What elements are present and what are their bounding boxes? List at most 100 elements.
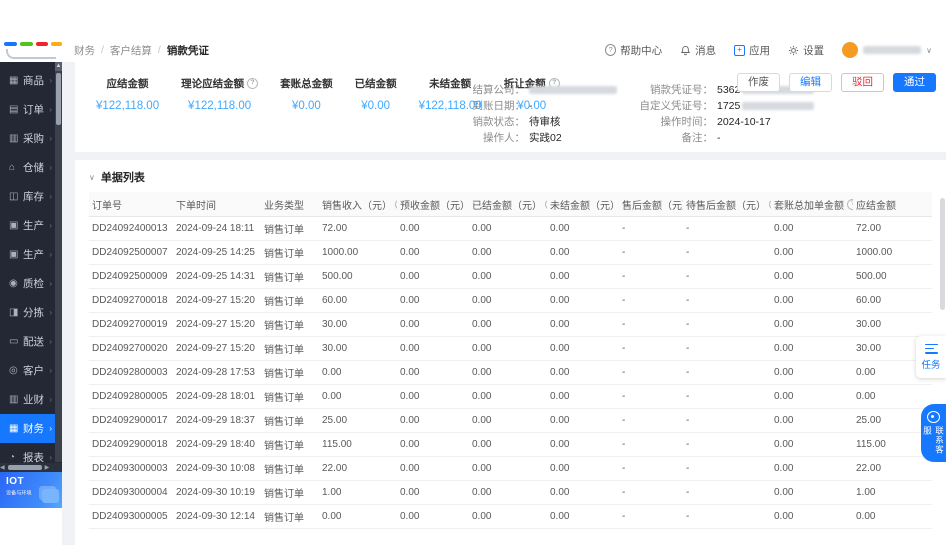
table-row[interactable]: DD24092700020 2024-09-27 15:20 销售订单 30.00 0.… xyxy=(89,336,932,361)
sidebar-item-配送[interactable]: ▭ 配送 › xyxy=(0,327,55,356)
sidebar-hscroll-thumb[interactable] xyxy=(7,465,42,470)
sidebar-item-质检[interactable]: ◉ 质检 › xyxy=(0,269,55,298)
info-value: - xyxy=(717,131,721,144)
help-icon[interactable]: ? xyxy=(769,198,771,210)
help-icon: ? xyxy=(605,44,617,56)
table-cell: 销售订单 xyxy=(261,312,319,337)
col-header-销售收入（元）[interactable]: 销售收入（元）? xyxy=(319,192,397,217)
table-row[interactable]: DD24092900017 2024-09-29 18:37 销售订单 25.00 0.… xyxy=(89,408,932,433)
documents-panel-header[interactable]: ∨ 单据列表 xyxy=(75,160,946,192)
table-row[interactable]: DD24092500007 2024-09-25 14:25 销售订单 1000.00… xyxy=(89,240,932,265)
sidebar-horizontal-scrollbar[interactable]: ◀ ▶ xyxy=(0,463,62,472)
通过-button[interactable]: 通过 xyxy=(893,73,936,92)
table-cell: 0.00 xyxy=(397,432,469,457)
table-row[interactable]: DD24092500009 2024-09-25 14:31 销售订单 500.00 0… xyxy=(89,264,932,289)
iot-title: IOT xyxy=(6,476,25,487)
iot-banner[interactable]: IOT 设备与环境 xyxy=(0,472,62,508)
table-row[interactable]: DD24093000005 2024-09-30 12:14 销售订单 0.00 0.0… xyxy=(89,504,932,529)
table-row[interactable]: DD24092800003 2024-09-28 17:53 销售订单 0.00 0.0… xyxy=(89,360,932,385)
nav-应用[interactable]: + 应用 xyxy=(734,43,770,58)
nav-设置[interactable]: 设置 xyxy=(788,43,824,58)
page-scrollbar-thumb[interactable] xyxy=(940,198,945,310)
order-number-cell: DD24092700018 xyxy=(89,288,173,313)
col-header-套账总加单金额[interactable]: 套账总加单金额? xyxy=(771,192,853,217)
order-number-cell: DD24092400013 xyxy=(89,216,173,241)
help-icon[interactable]: ? xyxy=(395,198,397,210)
table-cell: 0.00 xyxy=(469,312,547,337)
sidebar-item-label: 财务 xyxy=(23,423,44,435)
summary-panel: 应结金额 ¥122,118.00 理论应结金额? ¥122,118.00 套账总金额 ¥0… xyxy=(75,62,946,152)
sidebar-item-分拣[interactable]: ◨ 分拣 › xyxy=(0,298,55,327)
collapse-icon[interactable]: ∨ xyxy=(89,173,95,182)
col-header-售后金额（元）[interactable]: 售后金额（元）? xyxy=(619,192,683,217)
tasks-floating-button[interactable]: 任务 xyxy=(916,336,946,378)
info-label: 到账日期： xyxy=(472,100,526,112)
table-row[interactable]: DD24092400013 2024-09-24 18:11 销售订单 72.00 0.… xyxy=(89,216,932,241)
table-cell: 0.00 xyxy=(397,360,469,385)
scroll-up-icon[interactable]: ▲ xyxy=(55,62,62,71)
sidebar-scroll-thumb[interactable] xyxy=(56,73,61,125)
编辑-button[interactable]: 编辑 xyxy=(789,73,832,92)
info-row-到账日期: 到账日期： - xyxy=(463,99,617,113)
col-header-未结金额（元）[interactable]: 未结金额（元）? xyxy=(547,192,619,217)
table-cell: 0.00 xyxy=(547,408,619,433)
help-icon[interactable]: ? xyxy=(847,198,853,210)
delivery-icon: ▭ xyxy=(9,336,19,347)
breadcrumb-item[interactable]: 销款凭证 xyxy=(167,43,209,58)
col-header-待售后金额（元）[interactable]: 待售后金额（元）? xyxy=(683,192,771,217)
stat-label: 套账总金额 xyxy=(280,78,333,90)
sidebar-item-订单[interactable]: ▤ 订单 › xyxy=(0,95,55,124)
help-icon[interactable]: ? xyxy=(247,78,259,89)
table-cell: 0.00 xyxy=(397,480,469,505)
table-row[interactable]: DD24092900018 2024-09-29 18:40 销售订单 115.00 0… xyxy=(89,432,932,457)
sidebar-item-财务[interactable]: ▦ 财务 › xyxy=(0,414,55,443)
info-label: 备注： xyxy=(681,132,714,144)
sidebar-item-仓储[interactable]: ⌂ 仓储 › xyxy=(0,153,55,182)
table-cell: 0.00 xyxy=(547,312,619,337)
avatar[interactable] xyxy=(842,42,859,58)
nav-消息[interactable]: 消息 xyxy=(680,43,716,58)
stat-value: ¥122,118.00 xyxy=(96,100,160,112)
redacted-value xyxy=(529,85,617,94)
customer-service-floating-button[interactable]: 联系客服 xyxy=(921,404,946,462)
nav-帮助中心[interactable]: ? 帮助中心 xyxy=(605,43,662,58)
table-cell: 0.00 xyxy=(771,336,853,361)
sidebar-item-商品[interactable]: ▦ 商品 › xyxy=(0,66,55,95)
col-header-下单时间[interactable]: 下单时间 xyxy=(173,192,261,217)
sidebar-item-生产[interactable]: ▣ 生产 › xyxy=(0,240,55,269)
sidebar-item-库存[interactable]: ◫ 库存 › xyxy=(0,182,55,211)
table-cell: 0.00 xyxy=(771,240,853,265)
sidebar-item-生产[interactable]: ▣ 生产 › xyxy=(0,211,55,240)
purchase-icon: ▥ xyxy=(9,133,19,144)
action-buttons: 作废 编辑 驳回 通过 xyxy=(737,73,936,92)
sidebar-item-客户[interactable]: ◎ 客户 › xyxy=(0,356,55,385)
table-cell: - xyxy=(619,336,683,361)
col-header-业务类型[interactable]: 业务类型 xyxy=(261,192,319,217)
customer-service-icon xyxy=(927,411,940,424)
order-number-cell: DD24092800003 xyxy=(89,360,173,385)
驳回-button[interactable]: 驳回 xyxy=(841,73,884,92)
table-row[interactable]: DD24093000004 2024-09-30 10:19 销售订单 1.00 0.0… xyxy=(89,480,932,505)
col-header-应结金额[interactable]: 应结金额 xyxy=(853,192,932,217)
scroll-left-icon[interactable]: ◀ xyxy=(0,464,5,471)
info-row-销款状态: 销款状态： 待审核 xyxy=(463,116,617,128)
col-header-预收金额（元）[interactable]: 预收金额（元）? xyxy=(397,192,469,217)
table-cell: 0.00 xyxy=(853,384,932,409)
col-header-已结金额（元）[interactable]: 已结金额（元）? xyxy=(469,192,547,217)
sidebar-vertical-scrollbar[interactable]: ▲ xyxy=(55,62,62,462)
help-icon[interactable]: ? xyxy=(545,198,547,210)
info-value: - xyxy=(529,99,533,112)
reports-icon: ◔ xyxy=(9,452,16,463)
table-row[interactable]: DD24093000003 2024-09-30 10:08 销售订单 22.00 0.… xyxy=(89,456,932,481)
scroll-right-icon[interactable]: ▶ xyxy=(45,464,50,471)
user-menu[interactable]: ∨ xyxy=(842,42,932,58)
breadcrumb-item[interactable]: 财务 xyxy=(74,43,95,58)
table-row[interactable]: DD24092700019 2024-09-27 15:20 销售订单 30.00 0.… xyxy=(89,312,932,337)
sidebar-item-采购[interactable]: ▥ 采购 › xyxy=(0,124,55,153)
table-row[interactable]: DD24092800005 2024-09-28 18:01 销售订单 0.00 0.0… xyxy=(89,384,932,409)
作废-button[interactable]: 作废 xyxy=(737,73,780,92)
col-header-订单号[interactable]: 订单号 xyxy=(89,192,173,217)
table-row[interactable]: DD24092700018 2024-09-27 15:20 销售订单 60.00 0.… xyxy=(89,288,932,313)
sidebar-item-业财[interactable]: ▥ 业财 › xyxy=(0,385,55,414)
breadcrumb-item[interactable]: 客户结算 xyxy=(110,43,152,58)
